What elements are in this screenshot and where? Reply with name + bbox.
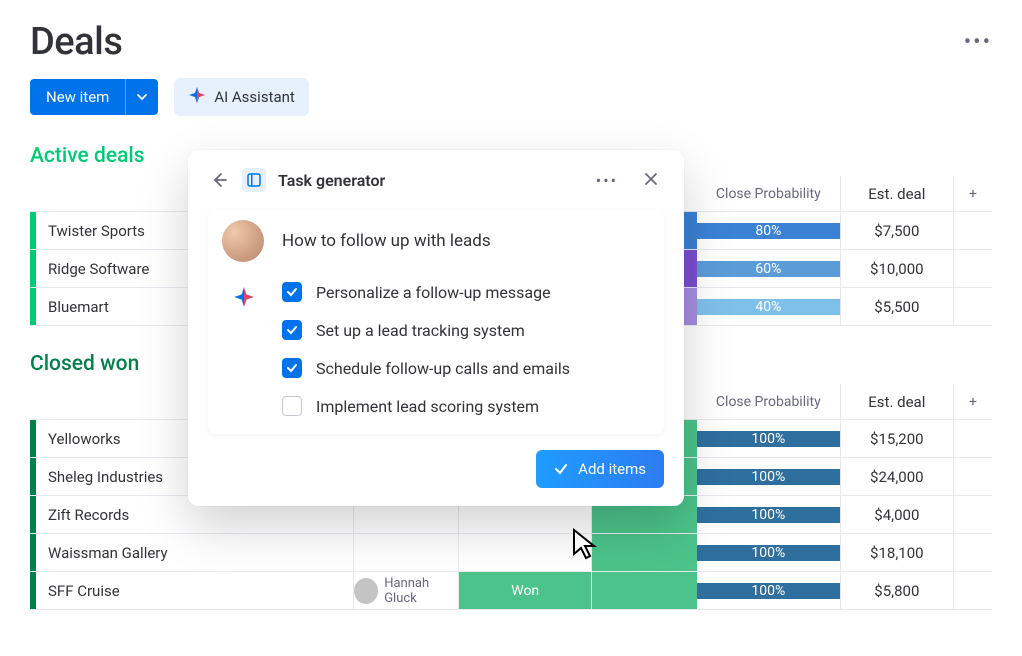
more-menu-icon[interactable]: ••• [964, 30, 992, 55]
task-row: Personalize a follow-up message [282, 282, 650, 302]
check-icon [286, 286, 298, 298]
col-header-prob: Close Probability [697, 186, 840, 202]
cell-deal[interactable]: $24,000 [840, 458, 954, 495]
cell-deal[interactable]: $7,500 [840, 212, 954, 249]
checkbox[interactable] [282, 396, 302, 416]
cell-prob[interactable]: 100% [697, 545, 840, 561]
table-row[interactable]: SFF CruiseHannah GluckWon 100%$5,800 [30, 572, 992, 610]
cell-person[interactable]: Hannah Gluck [354, 572, 459, 609]
user-avatar [222, 220, 264, 262]
col-header-prob: Close Probability [697, 394, 840, 410]
close-button[interactable] [638, 170, 664, 191]
add-column-button[interactable]: + [954, 394, 992, 410]
task-label: Set up a lead tracking system [316, 321, 525, 340]
task-generator-modal: Task generator ••• How to follow up with… [188, 150, 684, 506]
check-icon [286, 324, 298, 336]
add-column-button[interactable]: + [954, 186, 992, 202]
ai-assistant-label: AI Assistant [214, 88, 295, 106]
cell-prob[interactable]: 80% [697, 223, 840, 239]
col-header-deal: Est. deal [840, 176, 954, 211]
task-label: Personalize a follow-up message [316, 283, 551, 302]
cell-deal[interactable]: $10,000 [840, 250, 954, 287]
task-label: Implement lead scoring system [316, 397, 539, 416]
new-item-chevron[interactable] [125, 79, 158, 115]
cell-prob[interactable]: 100% [697, 583, 840, 599]
modal-title: Task generator [278, 171, 576, 190]
cell-prob[interactable]: 60% [697, 261, 840, 277]
ai-sparkle-icon [233, 286, 255, 312]
cell-prob[interactable]: 100% [697, 431, 840, 447]
table-row[interactable]: Waissman Gallery 100%$18,100 [30, 534, 992, 572]
col-header-deal: Est. deal [840, 384, 954, 419]
cell-status[interactable] [459, 534, 592, 571]
task-row: Set up a lead tracking system [282, 320, 650, 340]
checkbox[interactable] [282, 358, 302, 378]
cell-accent [592, 572, 697, 609]
new-item-button[interactable]: New item [30, 79, 125, 115]
back-button[interactable] [208, 169, 230, 191]
task-label: Schedule follow-up calls and emails [316, 359, 570, 378]
cell-prob[interactable]: 100% [697, 507, 840, 523]
cell-accent [592, 534, 697, 571]
cell-deal[interactable]: $18,100 [840, 534, 954, 571]
checkbox[interactable] [282, 320, 302, 340]
cell-deal[interactable]: $15,200 [840, 420, 954, 457]
avatar [354, 578, 378, 604]
close-icon [644, 172, 658, 186]
cell-prob[interactable]: 40% [697, 299, 840, 315]
cell-person[interactable] [354, 534, 459, 571]
new-item-split-button: New item [30, 79, 158, 115]
cell-deal[interactable]: $5,800 [840, 572, 954, 609]
cell-status[interactable]: Won [459, 572, 592, 609]
ai-assistant-button[interactable]: AI Assistant [174, 78, 309, 116]
add-items-button[interactable]: Add items [536, 450, 664, 488]
cell-name[interactable]: Waissman Gallery [30, 534, 354, 571]
page-title: Deals [30, 20, 122, 64]
modal-more-icon[interactable]: ••• [588, 171, 626, 190]
task-generator-icon [242, 168, 266, 192]
arrow-left-icon [210, 171, 228, 189]
chevron-down-icon [136, 91, 148, 103]
checkbox[interactable] [282, 282, 302, 302]
check-icon [286, 362, 298, 374]
add-items-label: Add items [578, 460, 646, 478]
cell-deal[interactable]: $5,500 [840, 288, 954, 325]
ai-sparkle-icon [188, 86, 206, 108]
task-row: Schedule follow-up calls and emails [282, 358, 650, 378]
cell-prob[interactable]: 100% [697, 469, 840, 485]
task-row: Implement lead scoring system [282, 396, 650, 416]
check-icon [554, 462, 568, 476]
cell-name[interactable]: SFF Cruise [30, 572, 354, 609]
cell-deal[interactable]: $4,000 [840, 496, 954, 533]
prompt-text: How to follow up with leads [282, 231, 491, 251]
